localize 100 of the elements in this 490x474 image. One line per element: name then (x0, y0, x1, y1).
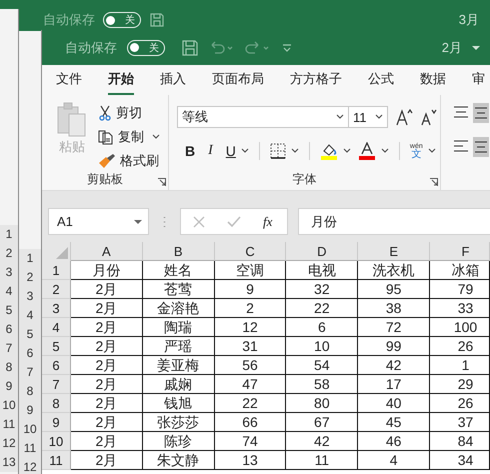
row-number: 3 (4, 264, 14, 281)
row-header[interactable]: 7 (42, 375, 71, 394)
row-number: 8 (26, 383, 34, 400)
table-cell: 42 (358, 356, 430, 375)
table-cell: 58 (286, 375, 358, 394)
row-header[interactable]: 3 (42, 299, 71, 318)
align-left-icon[interactable] (453, 140, 469, 154)
row-number: 3 (26, 288, 34, 305)
row-number: 2 (26, 269, 34, 286)
underline-button[interactable]: U (226, 143, 236, 159)
table-cell: 苍莺 (142, 280, 215, 299)
row-header[interactable]: 2 (42, 280, 71, 299)
column-header[interactable]: F (430, 242, 490, 261)
borders-icon[interactable] (270, 143, 286, 159)
row-header[interactable]: 10 (42, 432, 71, 451)
caret-icon[interactable] (240, 148, 249, 154)
ribbon-tab[interactable]: 数据 (420, 65, 446, 95)
format-painter-button[interactable]: 格式刷 (98, 150, 160, 171)
row-number: 13 (1, 454, 17, 471)
table-cell: 13 (214, 451, 286, 470)
ribbon-tab[interactable]: 插入 (160, 65, 186, 95)
caret-icon[interactable] (375, 114, 383, 120)
row-number: 1 (4, 226, 14, 243)
table-cell: 22 (214, 394, 286, 413)
row-number: 11 (2, 416, 16, 433)
dialog-launcher-icon[interactable] (430, 178, 438, 186)
row-number: 10 (22, 421, 38, 438)
table-cell: 29 (430, 375, 490, 394)
row-number: 9 (4, 378, 14, 395)
table-cell: 31 (214, 337, 286, 356)
table-cell: 2月 (70, 375, 143, 394)
increase-font-icon[interactable] (396, 108, 414, 126)
table-cell: 4 (358, 451, 430, 470)
cut-button[interactable]: 剪切 (98, 102, 160, 123)
check-icon[interactable] (227, 216, 241, 228)
row-number: 12 (1, 435, 17, 452)
table-cell: 66 (214, 413, 286, 432)
save-icon[interactable] (181, 38, 199, 56)
row-header[interactable]: 6 (42, 356, 71, 375)
align-middle-icon[interactable] (473, 103, 489, 123)
autosave-toggle[interactable]: 关 (103, 12, 141, 28)
row-number: 6 (26, 345, 34, 362)
row-header[interactable]: 8 (42, 394, 71, 413)
column-header[interactable]: B (142, 242, 215, 261)
caret-icon[interactable] (134, 218, 142, 224)
caret-icon[interactable] (336, 114, 344, 120)
row-number: 2 (4, 245, 14, 262)
ribbon-tab[interactable]: 文件 (56, 65, 82, 95)
row-header[interactable]: 1 (42, 261, 71, 280)
table-cell: 2月 (70, 280, 143, 299)
bold-button[interactable]: B (185, 143, 196, 159)
ribbon-tab[interactable]: 方方格子 (290, 65, 342, 95)
caret-icon[interactable] (152, 134, 160, 140)
table-cell: 33 (430, 299, 490, 318)
column-header[interactable]: A (70, 242, 143, 261)
dialog-launcher-icon[interactable] (158, 178, 166, 186)
column-header[interactable]: C (214, 242, 286, 261)
table-cell: 12 (214, 318, 286, 337)
ribbon-tab[interactable]: 审 (472, 65, 485, 95)
font-color-icon[interactable] (358, 142, 376, 160)
ribbon-tab[interactable]: 公式 (368, 65, 394, 95)
caret-icon[interactable] (342, 148, 351, 154)
column-header[interactable]: D (286, 242, 358, 261)
row-number: 1 (26, 250, 34, 267)
italic-button[interactable]: I (208, 143, 213, 159)
caret-icon[interactable] (428, 148, 436, 154)
caret-icon[interactable] (290, 148, 299, 154)
column-header[interactable]: E (358, 242, 430, 261)
font-size-field[interactable]: 11 (348, 106, 388, 128)
align-top-icon[interactable] (453, 106, 469, 120)
table-cell: 42 (286, 432, 358, 451)
table-cell: 38 (358, 299, 430, 318)
save-icon[interactable] (149, 12, 165, 28)
align-center-icon[interactable] (473, 137, 489, 157)
font-name-field[interactable]: 等线 (177, 106, 349, 128)
row-number: 12 (22, 459, 38, 474)
table-cell: 46 (358, 432, 430, 451)
table-cell: 陈珍 (142, 432, 215, 451)
table-cell: 9 (214, 280, 286, 299)
table-cell: 26 (430, 394, 490, 413)
row-header[interactable]: 4 (42, 318, 71, 337)
name-box[interactable]: A1 (48, 208, 149, 235)
ribbon-tab[interactable]: 页面布局 (212, 65, 264, 95)
insert-function-button[interactable]: fx (263, 214, 272, 230)
table-cell: 2月 (70, 394, 143, 413)
table-cell: 72 (358, 318, 430, 337)
caret-icon[interactable] (472, 44, 480, 50)
caret-icon[interactable] (380, 148, 389, 154)
formula-field[interactable]: 月份 (298, 208, 490, 235)
customize-icon[interactable] (281, 42, 293, 54)
decrease-font-icon[interactable] (420, 108, 438, 126)
row-header[interactable]: 9 (42, 413, 71, 432)
autosave-toggle[interactable]: 关 (127, 40, 165, 56)
table-cell: 2月 (70, 318, 143, 337)
row-header[interactable]: 11 (42, 451, 71, 470)
copy-button[interactable]: 复制 (98, 126, 160, 147)
table-cell: 10 (286, 337, 358, 356)
table-cell: 32 (286, 280, 358, 299)
fill-color-icon[interactable] (320, 142, 338, 160)
row-header[interactable]: 5 (42, 337, 71, 356)
